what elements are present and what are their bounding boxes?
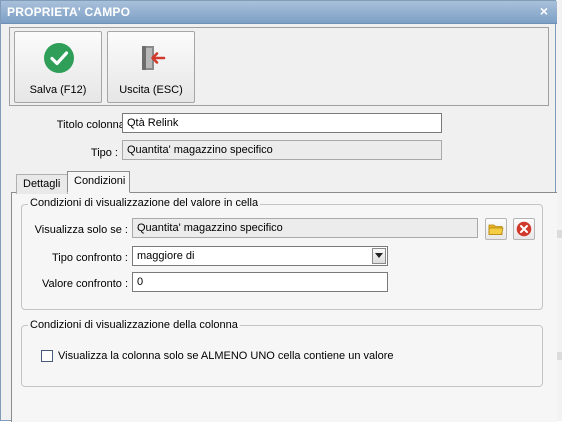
- compare-value-label: Valore confronto :: [41, 278, 128, 290]
- dropdown-button[interactable]: [372, 248, 386, 264]
- exit-door-icon: [142, 46, 166, 70]
- background-fragment: [557, 352, 562, 360]
- show-only-if-label: Visualizza solo se :: [34, 224, 128, 236]
- delete-x-icon: [516, 221, 532, 237]
- exit-button[interactable]: Uscita (ESC): [107, 31, 195, 103]
- cell-conditions-title: Condizioni di visualizzazione del valore…: [28, 197, 261, 209]
- show-column-checkbox-label[interactable]: Visualizza la colonna solo se ALMENO UNO…: [58, 350, 393, 362]
- field-properties-dialog: PROPRIETA' CAMPO × Salva (F12) Uscita (E…: [0, 0, 557, 422]
- check-circle-icon: [44, 43, 74, 73]
- tab-condizioni[interactable]: Condizioni: [67, 171, 130, 193]
- browse-button[interactable]: [485, 218, 507, 240]
- compare-type-select[interactable]: maggiore di: [132, 246, 388, 266]
- column-title-label: Titolo colonna :: [56, 119, 131, 131]
- save-button-label: Salva (F12): [29, 84, 87, 96]
- show-column-checkbox[interactable]: [41, 350, 53, 362]
- show-only-if-field: Quantita' magazzino specifico: [132, 218, 478, 238]
- type-field: Quantita' magazzino specifico: [122, 140, 442, 160]
- close-button[interactable]: ×: [536, 3, 552, 19]
- folder-icon: [488, 224, 504, 235]
- exit-button-label: Uscita (ESC): [119, 84, 183, 96]
- chevron-down-icon: [375, 253, 383, 258]
- clear-button[interactable]: [513, 218, 535, 240]
- compare-type-value: maggiore di: [137, 250, 195, 262]
- title-bar[interactable]: PROPRIETA' CAMPO ×: [1, 1, 557, 24]
- save-button[interactable]: Salva (F12): [14, 31, 102, 103]
- column-title-input[interactable]: Qtà Relink: [122, 113, 442, 133]
- tab-dettagli[interactable]: Dettagli: [16, 174, 68, 194]
- dialog-title: PROPRIETA' CAMPO: [7, 5, 131, 19]
- compare-type-label: Tipo confronto :: [51, 252, 128, 264]
- background-fragment: [557, 230, 562, 238]
- compare-value-input[interactable]: 0: [132, 272, 388, 292]
- type-label: Tipo :: [90, 147, 118, 159]
- column-conditions-title: Condizioni di visualizzazione della colo…: [28, 319, 240, 331]
